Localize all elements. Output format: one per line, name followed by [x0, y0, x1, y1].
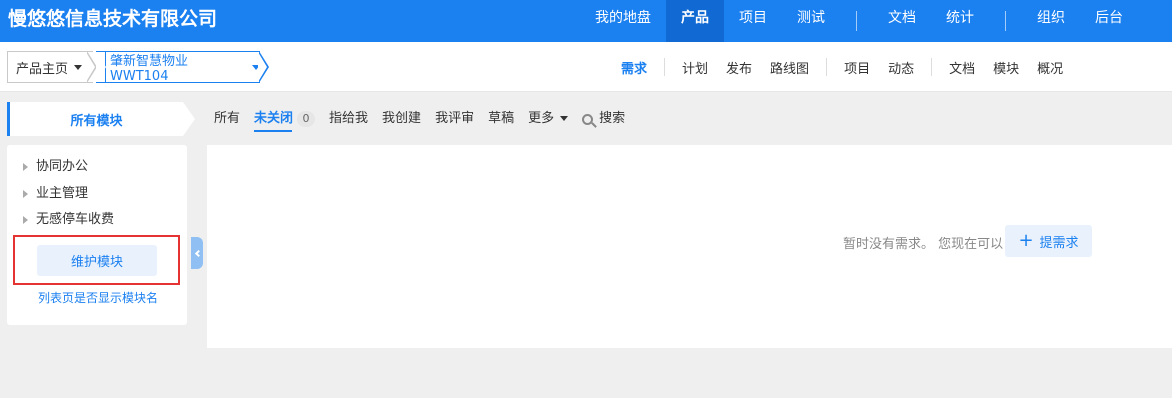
- show-module-name-link[interactable]: 列表页是否显示模块名: [38, 289, 158, 306]
- nav-doc[interactable]: 文档: [873, 0, 931, 42]
- subnav-release[interactable]: 发布: [717, 58, 761, 77]
- product-sub-nav: 需求 计划 发布 路线图 项目 动态 文档 模块 概况: [612, 42, 1072, 92]
- nav-org[interactable]: 组织: [1022, 0, 1080, 42]
- tree-item-parking-fee[interactable]: 无感停车收费: [23, 210, 114, 230]
- chevron-down-icon: [560, 116, 569, 121]
- breadcrumb-product-switcher[interactable]: 肇新智慧物业WWT104: [96, 51, 260, 84]
- subnav-module[interactable]: 模块: [984, 58, 1028, 77]
- subnav-plan[interactable]: 计划: [673, 58, 717, 77]
- company-brand[interactable]: 慢悠悠信息技术有限公司: [8, 0, 217, 42]
- tab-unclosed-label: 未关闭: [254, 111, 294, 126]
- tree-item-owner-mgmt[interactable]: 业主管理: [23, 184, 88, 204]
- chevron-down-icon: [74, 64, 83, 70]
- subnav-dynamic[interactable]: 动态: [879, 58, 923, 77]
- nav-divider: [1005, 11, 1006, 31]
- add-story-label: 提需求: [1039, 235, 1079, 251]
- highlight-box: [13, 235, 180, 285]
- subnav-doc[interactable]: 文档: [940, 58, 984, 77]
- add-story-button[interactable]: + 提需求: [1005, 225, 1092, 257]
- story-list-area: 暂时没有需求。 您现在可以 + 提需求: [207, 145, 1172, 348]
- tab-reviewed-by-me[interactable]: 我评审: [428, 102, 481, 136]
- tab-more[interactable]: 更多: [521, 102, 575, 136]
- filter-tabs: 所有 未关闭 0 指给我 我创建 我评审 草稿 更多 搜索: [207, 102, 632, 136]
- main-nav: 我的地盘 产品 项目 测试 文档 统计 组织 后台: [580, 0, 1138, 42]
- breadcrumb-home-label: 产品主页: [16, 61, 69, 77]
- tree-item-collab-office[interactable]: 协同办公: [23, 157, 88, 177]
- caret-right-icon: [23, 215, 28, 224]
- caret-right-icon: [23, 162, 28, 171]
- top-header: 慢悠悠信息技术有限公司 我的地盘 产品 项目 测试 文档 统计 组织 后台: [0, 0, 1172, 42]
- nav-test[interactable]: 测试: [782, 0, 840, 42]
- search-button[interactable]: 搜索: [575, 102, 632, 136]
- subnav-overview[interactable]: 概况: [1028, 58, 1072, 77]
- search-icon: [582, 113, 594, 125]
- chevron-left-icon: [194, 249, 202, 257]
- search-label: 搜索: [599, 111, 626, 126]
- nav-product[interactable]: 产品: [666, 0, 724, 42]
- nav-stats[interactable]: 统计: [931, 0, 989, 42]
- tab-assigned-to-me[interactable]: 指给我: [322, 102, 375, 136]
- breadcrumb-product-home[interactable]: 产品主页: [7, 51, 93, 83]
- nav-admin[interactable]: 后台: [1080, 0, 1138, 42]
- tab-draft[interactable]: 草稿: [481, 102, 521, 136]
- tree-item-label: 协同办公: [36, 159, 89, 174]
- collapse-sidebar-handle[interactable]: [191, 237, 203, 269]
- caret-right-icon: [23, 189, 28, 198]
- subnav-roadmap[interactable]: 路线图: [761, 58, 818, 77]
- all-modules-header[interactable]: 所有模块: [7, 102, 183, 136]
- nav-my-desk[interactable]: 我的地盘: [580, 0, 666, 42]
- sub-header: 产品主页 肇新智慧物业WWT104 需求 计划 发布 路线图 项目 动态 文档 …: [0, 42, 1172, 92]
- nav-divider: [856, 11, 857, 31]
- tab-all[interactable]: 所有: [207, 102, 247, 136]
- tree-item-label: 无感停车收费: [36, 212, 115, 227]
- module-tree-panel: 协同办公 业主管理 无感停车收费 维护模块 列表页是否显示模块名: [7, 145, 187, 325]
- empty-message: 暂时没有需求。 您现在可以: [843, 237, 1004, 252]
- tree-item-label: 业主管理: [36, 186, 89, 201]
- tab-more-label: 更多: [528, 111, 555, 126]
- subnav-project[interactable]: 项目: [835, 58, 879, 77]
- tab-created-by-me[interactable]: 我创建: [375, 102, 428, 136]
- subnav-story[interactable]: 需求: [612, 58, 656, 77]
- count-badge: 0: [297, 111, 316, 127]
- plus-icon: +: [1018, 230, 1034, 251]
- nav-project[interactable]: 项目: [724, 0, 782, 42]
- tab-unclosed[interactable]: 未关闭 0: [247, 102, 322, 136]
- breadcrumb-product-label: 肇新智慧物业WWT104: [110, 54, 189, 84]
